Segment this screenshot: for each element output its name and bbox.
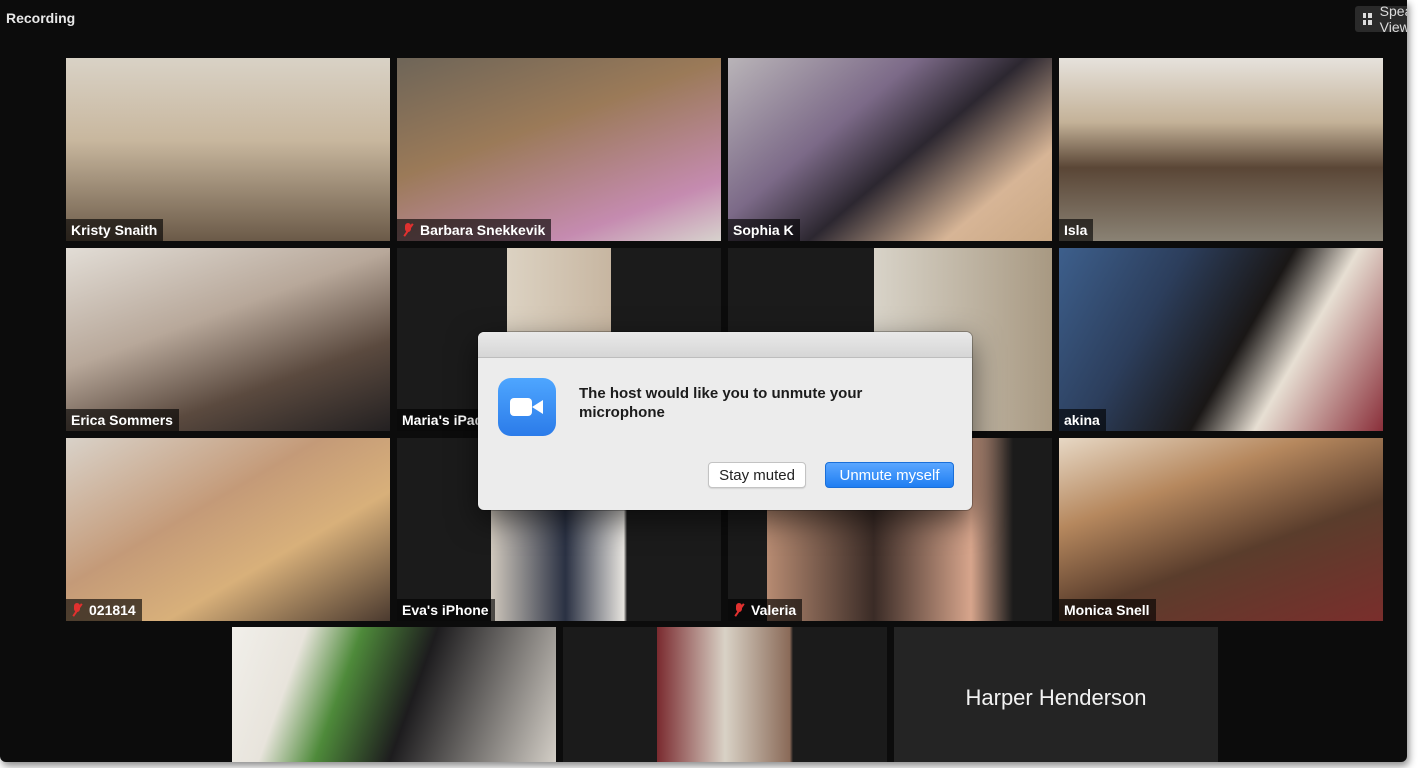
dialog-message: The host would like you to unmute your m… <box>579 385 863 421</box>
recording-indicator: Recording <box>6 10 76 26</box>
participant-name-label: akina <box>1059 409 1106 431</box>
video-feed <box>66 248 390 431</box>
zoom-camera-icon <box>498 378 556 436</box>
unmute-myself-button[interactable]: Unmute myself <box>825 462 954 488</box>
participant-name-label: 021814 <box>66 599 142 621</box>
participant-name-label: Isla <box>1059 219 1094 241</box>
video-tile[interactable]: 021814 <box>66 438 390 621</box>
dialog-titlebar[interactable] <box>478 332 972 358</box>
muted-mic-icon <box>71 603 83 617</box>
video-feed <box>728 58 1052 241</box>
video-feed <box>1059 248 1383 431</box>
video-tile[interactable] <box>563 627 887 762</box>
video-feed <box>397 58 721 241</box>
participant-name-label: Barbara Snekkevik <box>397 219 552 241</box>
participant-name-label: Kristy Snaith <box>66 219 164 241</box>
participant-name-label: Erica Sommers <box>66 409 179 431</box>
stay-muted-button[interactable]: Stay muted <box>708 462 806 488</box>
video-feed <box>563 627 887 762</box>
view-toggle-label: Speaker View <box>1379 3 1407 35</box>
grid-view-icon <box>1363 13 1372 25</box>
unmute-request-dialog: The host would like you to unmute your m… <box>478 332 972 510</box>
video-tile[interactable]: Barbara Snekkevik <box>397 58 721 241</box>
video-feed <box>66 58 390 241</box>
video-feed <box>1059 58 1383 241</box>
participant-name-centered: Harper Henderson <box>965 684 1147 710</box>
video-tile[interactable]: Isla <box>1059 58 1383 241</box>
participant-name-label: Maria's iPad <box>397 409 490 431</box>
participant-name-label: Eva's iPhone <box>397 599 495 621</box>
video-tile[interactable]: Monica Snell <box>1059 438 1383 621</box>
video-tile[interactable]: Erica Sommers <box>66 248 390 431</box>
video-feed <box>1059 438 1383 621</box>
video-feed <box>232 627 556 762</box>
muted-mic-icon <box>733 603 745 617</box>
participant-name-label: Valeria <box>728 599 803 621</box>
zoom-meeting-window: Recording Speaker View Kristy Snaith Bar… <box>0 0 1407 762</box>
video-tile-camera-off[interactable]: Harper Henderson <box>894 627 1218 762</box>
participant-name-label: Sophia K <box>728 219 800 241</box>
video-tile[interactable] <box>232 627 556 762</box>
participant-name-label: Monica Snell <box>1059 599 1156 621</box>
video-feed <box>66 438 390 621</box>
video-tile[interactable]: Sophia K <box>728 58 1052 241</box>
muted-mic-icon <box>402 223 414 237</box>
video-tile[interactable]: Kristy Snaith <box>66 58 390 241</box>
view-toggle-button[interactable]: Speaker View <box>1355 3 1407 35</box>
video-tile[interactable]: akina <box>1059 248 1383 431</box>
